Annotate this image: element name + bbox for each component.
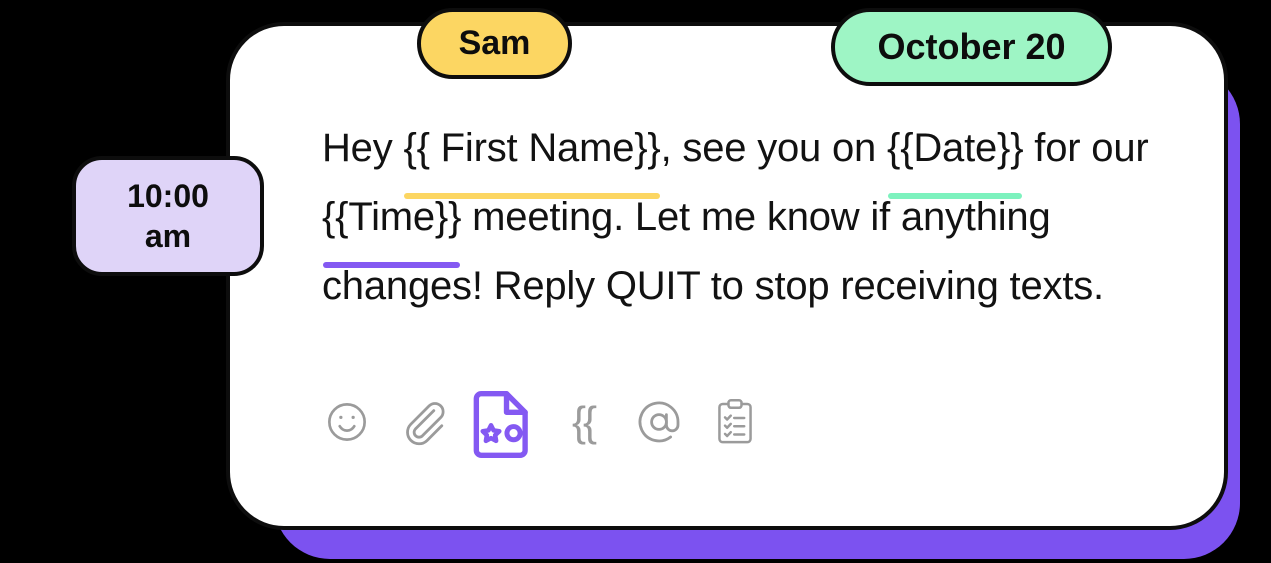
message-segment-text-0: Hey [322,126,404,170]
composer-toolbar: {{ [318,384,764,460]
paperclip-icon[interactable] [394,393,452,451]
screenshot-stage: Hey {{ First Name}}, see you on {{Date}}… [0,0,1271,563]
emoji-icon[interactable] [318,393,376,451]
date-badge-label: October 20 [877,26,1066,67]
merge-tag-time[interactable]: {{Time}} [322,183,461,268]
message-segment-text-2: , see you on [660,126,888,170]
time-badge[interactable]: 10:00 am [72,156,264,276]
merge-tag-icon-label: {{ [571,398,597,445]
date-badge[interactable]: October 20 [831,8,1112,86]
checklist-icon[interactable] [706,393,764,451]
time-badge-label-line1: 10:00 [127,178,209,214]
mention-icon[interactable] [630,393,688,451]
merge-tag-date[interactable]: {{Date}} [887,114,1024,199]
sender-badge[interactable]: Sam [417,8,572,79]
message-segment-text-4: for our [1023,126,1149,170]
merge-tag-icon[interactable]: {{ [554,393,612,451]
merge-tag-first-name[interactable]: {{ First Name}} [403,114,661,199]
media-file-icon[interactable] [470,384,536,460]
sender-badge-label: Sam [458,24,531,62]
time-badge-label-line2: am [144,218,192,254]
message-text[interactable]: Hey {{ First Name}}, see you on {{Date}}… [322,114,1194,321]
message-composer-card: Hey {{ First Name}}, see you on {{Date}}… [226,22,1228,530]
